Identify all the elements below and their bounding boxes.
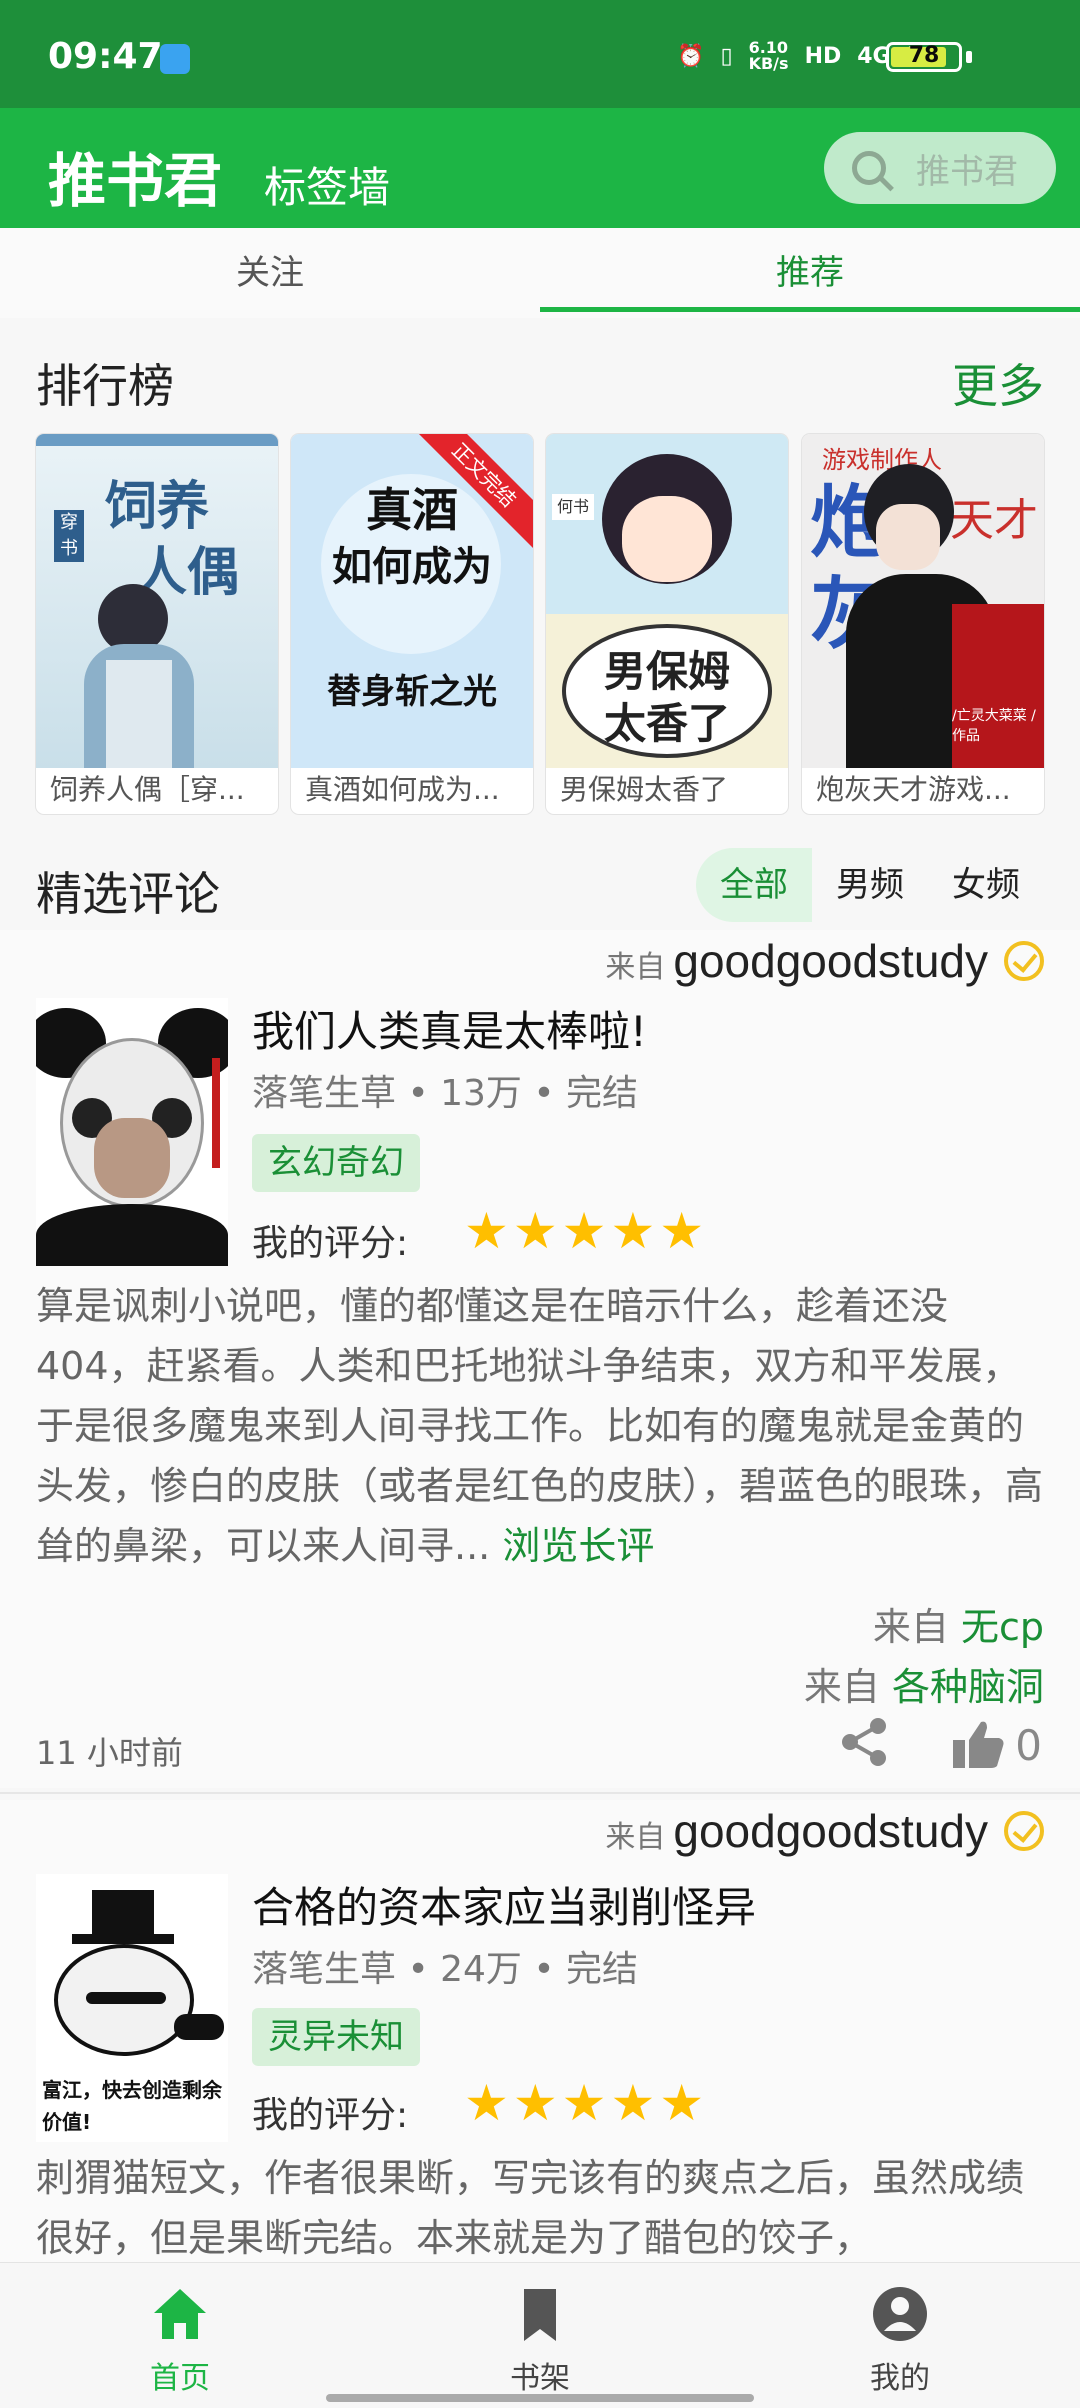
verified-icon [1004,941,1044,981]
review-card[interactable]: 来自 goodgoodstudy 富江，快去创造剩余价值! 合格的资本家应当剥削怪… [0,1800,1080,2262]
nav-bookshelf[interactable]: 书架 [360,2263,720,2408]
profile-icon [873,2287,927,2341]
card-divider [0,1792,1080,1794]
review-username: goodgoodstudy [673,935,988,987]
net-speed: 6.10 KB/s [748,38,789,73]
nav-mine[interactable]: 我的 [720,2263,1080,2408]
app-bar: 推书君 标签墙 推书君 [0,108,1080,228]
review-time: 11 小时前 [36,1734,183,1772]
review-card[interactable]: 来自 goodgoodstudy 我们人类真是太棒啦! 落笔生草 • 13万 • … [0,930,1080,1788]
rating-label: 我的评分: [252,2095,409,2136]
battery-level: 78 [908,43,940,68]
book-cover: 正文完结 真酒 如何成为 替身斩之光 [291,434,533,768]
book-meta: 落笔生草 • 24万 • 完结 [252,1949,639,1990]
tab-bar: 关注 推荐 [0,228,1080,318]
ranking-book[interactable]: 饲养 人偶 穿书 饲养人偶［穿... [36,434,278,814]
book-name: 饲养人偶［穿... [50,773,245,806]
battery-icon: 78 [886,42,962,72]
tab-recommend[interactable]: 推荐 [540,228,1080,318]
ranking-book[interactable]: 正文完结 真酒 如何成为 替身斩之光 真酒如何成为... [291,434,533,814]
rating-stars: ★★★★★ [464,1202,709,1260]
tag-wall-link[interactable]: 标签墙 [264,154,390,215]
book-thumbnail[interactable]: 富江，快去创造剩余价值! [36,1874,228,2142]
status-time: 09:47 [48,36,163,77]
verified-icon [1004,1811,1044,1851]
search-icon [852,151,886,185]
ranking-more-link[interactable]: 更多 [952,350,1044,416]
search-box[interactable]: 推书君 [824,132,1056,204]
bottom-nav: 首页 书架 我的 [0,2262,1080,2408]
book-name: 炮灰天才游戏... [816,773,1011,806]
book-name: 男保姆太香了 [560,773,729,806]
ranking-book[interactable]: 游戏制作人 炮 灰 天才 /亡灵大菜菜 /作品 炮灰天才游戏... [802,434,1044,814]
book-name: 真酒如何成为... [305,773,500,806]
share-icon[interactable] [838,1716,890,1768]
home-icon [154,2289,206,2339]
from-tag-2[interactable]: 来自 各种脑洞 [804,1656,1044,1711]
rating-stars: ★★★★★ [464,2074,709,2132]
hd-icon: HD [804,43,842,69]
book-cover: 游戏制作人 炮 灰 天才 /亡灵大菜菜 /作品 [802,434,1044,768]
read-long-review-link[interactable]: 浏览长评 [490,1524,654,1568]
from-tag-1[interactable]: 来自 无cp [873,1596,1044,1651]
review-username: goodgoodstudy [673,1805,988,1857]
book-title[interactable]: 合格的资本家应当剥削怪异 [252,1874,756,1935]
genre-tag[interactable]: 玄幻奇幻 [252,1134,420,1192]
ranking-title: 排行榜 [36,359,174,413]
tab-follow[interactable]: 关注 [0,228,540,318]
ranking-list: 饲养 人偶 穿书 饲养人偶［穿... 正文完结 真酒 如何成为 替身斩之光 真酒… [36,434,1044,814]
app-title: 推书君 [48,147,223,215]
review-filter: 全部 男频 女频 [696,848,1044,922]
bookmark-icon [524,2289,556,2341]
thumbs-up-icon [953,1721,1004,1768]
thumb-caption: 富江，快去创造剩余价值! [42,2078,222,2134]
review-author[interactable]: 来自 goodgoodstudy [605,934,1044,988]
nav-home[interactable]: 首页 [0,2263,360,2408]
filter-female[interactable]: 女频 [928,848,1044,922]
like-button[interactable]: 0 [951,1720,1042,1770]
featured-title: 精选评论 [36,867,220,921]
search-placeholder: 推书君 [916,151,1018,192]
genre-tag[interactable]: 灵异未知 [252,2008,420,2066]
status-bar: 09:47 ⏰ ▯ 6.10 KB/s HD 4G 5G 78 [0,0,1080,108]
alarm-icon: ⏰ [677,43,705,69]
notification-app-icon [160,44,190,74]
book-meta: 落笔生草 • 13万 • 完结 [252,1073,639,1114]
filter-male[interactable]: 男频 [812,848,928,922]
book-thumbnail[interactable] [36,998,228,1266]
book-cover: 饲养 人偶 穿书 [36,434,278,768]
rating-label: 我的评分: [252,1223,409,1264]
filter-all[interactable]: 全部 [696,848,812,922]
review-author[interactable]: 来自 goodgoodstudy [605,1804,1044,1858]
review-text[interactable]: 算是讽刺小说吧，懂的都懂这是在暗示什么，趁着还没404，赶紧看。人类和巴托地狱斗… [36,1276,1046,1576]
book-title[interactable]: 我们人类真是太棒啦! [252,998,647,1059]
vibrate-icon: ▯ [720,43,733,69]
review-text[interactable]: 刺猬猫短文，作者很果断，写完该有的爽点之后，虽然成绩很好，但是果断完结。本来就是… [36,2148,1046,2268]
ranking-book[interactable]: 何书 男保姆 太香了 男保姆太香了 [546,434,788,814]
like-count: 0 [1015,1720,1042,1770]
book-cover: 何书 男保姆 太香了 [546,434,788,768]
gesture-bar[interactable] [326,2394,754,2402]
